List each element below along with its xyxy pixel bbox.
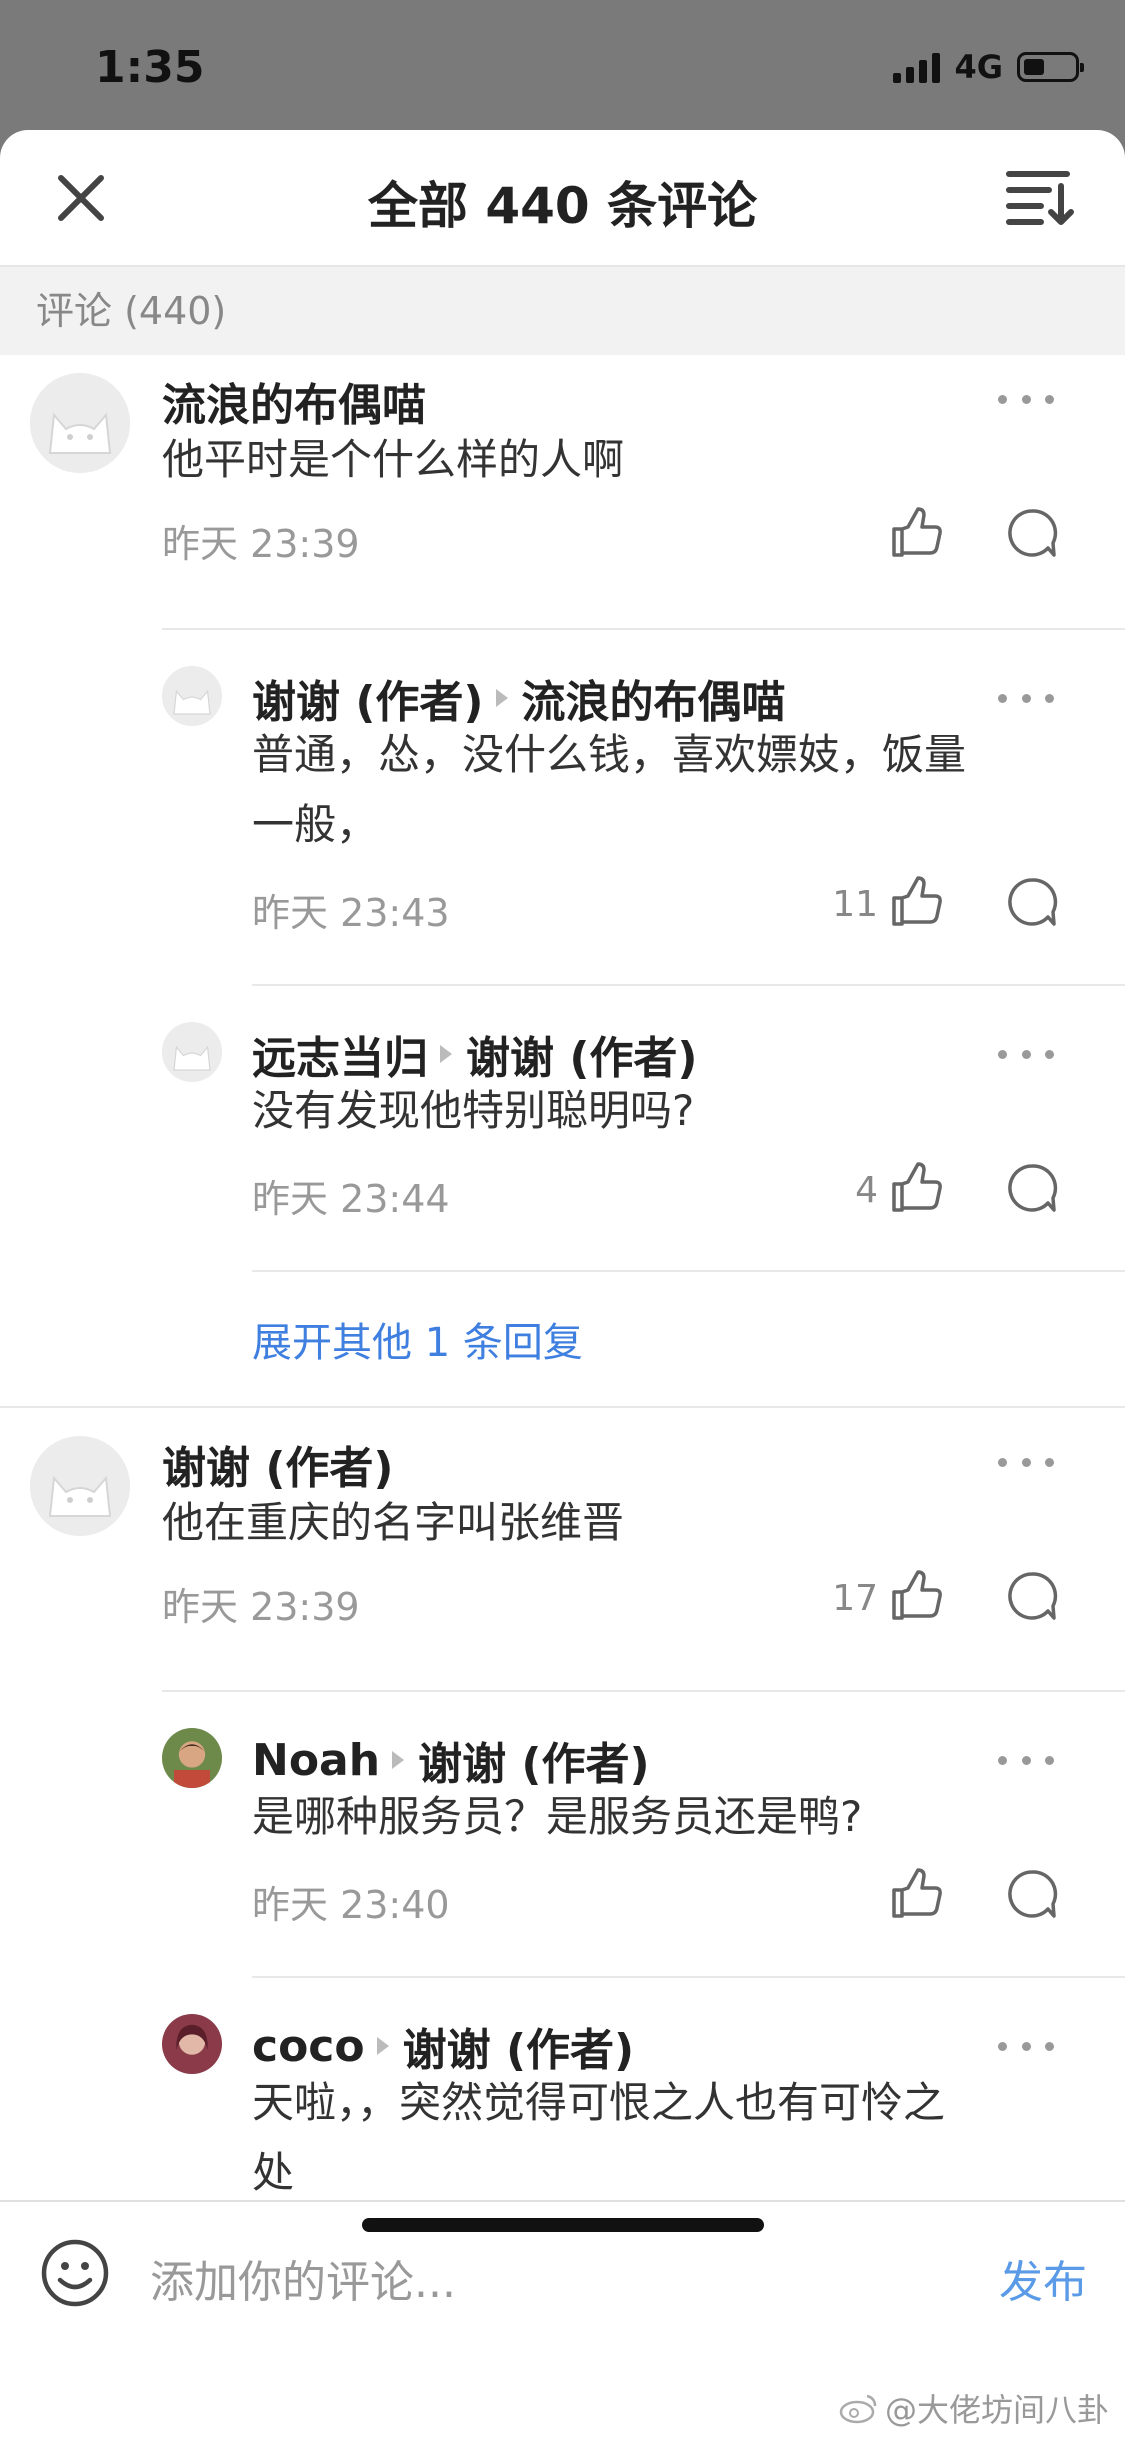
divider: [162, 1690, 1125, 1692]
signal-icon: [893, 51, 941, 83]
divider: [252, 1976, 1125, 1978]
reply-arrow-icon: [440, 1045, 452, 1063]
watermark: @大佬坊间八卦: [839, 2385, 1109, 2431]
divider: [162, 628, 1125, 630]
weibo-icon: [839, 2394, 877, 2424]
reply-icon[interactable]: [1006, 1162, 1058, 1214]
divider: [252, 984, 1125, 986]
avatar[interactable]: [162, 1728, 222, 1788]
comment-author[interactable]: 流浪的布偶喵: [162, 369, 426, 433]
sort-icon[interactable]: [1005, 166, 1075, 226]
more-icon[interactable]: [998, 1752, 1054, 1768]
reply-text: 天啦，，突然觉得可恨之人也有可怜之处: [252, 2078, 946, 2197]
home-indicator[interactable]: [362, 2218, 764, 2232]
divider: [0, 1406, 1125, 1408]
reply-time: 昨天 23:44: [252, 1177, 450, 1221]
cat-avatar-icon: [30, 373, 130, 473]
reply-time: 昨天 23:43: [252, 891, 450, 935]
cat-avatar-icon: [30, 1436, 130, 1536]
reply-time: 昨天 23:40: [252, 1883, 450, 1927]
like-count: 11: [832, 884, 878, 925]
avatar[interactable]: [162, 1022, 222, 1082]
like-count: 4: [855, 1170, 878, 1211]
like-icon[interactable]: [890, 1160, 944, 1214]
more-icon[interactable]: [998, 1046, 1054, 1062]
like-icon[interactable]: [890, 1866, 944, 1920]
comment-time: 昨天 23:39: [162, 1585, 360, 1629]
reply-icon[interactable]: [1006, 1570, 1058, 1622]
like-icon[interactable]: [890, 505, 944, 559]
reply-arrow-icon: [392, 1751, 405, 1769]
comments-sheet: 全部 440 条评论 评论 (440) 流浪的布偶喵 他平时是个什么样的人啊 昨…: [0, 130, 1125, 2436]
sheet-header: 全部 440 条评论: [0, 130, 1125, 267]
more-icon[interactable]: [998, 391, 1054, 407]
more-icon[interactable]: [998, 690, 1054, 706]
section-header: 评论 (440): [0, 267, 1125, 355]
more-icon[interactable]: [998, 1454, 1054, 1470]
user-photo-avatar-icon: [162, 1728, 222, 1788]
comment-input[interactable]: 添加你的评论...: [150, 2246, 456, 2310]
status-bar: 1:35 4G: [0, 0, 1125, 130]
expand-replies-link[interactable]: 展开其他 1 条回复: [252, 1310, 583, 1368]
reply-text: 是哪种服务员？是服务员还是鸭?: [252, 1792, 863, 1841]
network-label: 4G: [954, 48, 1003, 86]
like-icon[interactable]: [890, 874, 944, 928]
status-time: 1:35: [95, 42, 205, 93]
publish-button[interactable]: 发布: [999, 2246, 1087, 2310]
reply-arrow-icon: [495, 689, 508, 707]
avatar[interactable]: [30, 373, 130, 473]
battery-icon: [1017, 52, 1084, 82]
cat-avatar-icon: [162, 666, 222, 726]
like-count: 17: [832, 1578, 878, 1619]
avatar[interactable]: [162, 2014, 222, 2074]
avatar[interactable]: [30, 1436, 130, 1536]
like-icon[interactable]: [890, 1568, 944, 1622]
reply-icon[interactable]: [1006, 1868, 1058, 1920]
comment-author[interactable]: 谢谢 (作者): [162, 1432, 394, 1496]
comment-text: 他平时是个什么样的人啊: [162, 435, 625, 484]
status-indicators: 4G: [893, 48, 1084, 86]
reply-arrow-icon: [376, 2037, 389, 2055]
comment-time: 昨天 23:39: [162, 522, 360, 566]
reply-icon[interactable]: [1006, 876, 1058, 928]
emoji-icon[interactable]: [40, 2238, 110, 2308]
cat-avatar-icon: [162, 1022, 222, 1082]
divider: [252, 1270, 1125, 1272]
more-icon[interactable]: [998, 2038, 1054, 2054]
reply-icon[interactable]: [1006, 507, 1058, 559]
reply-text: 普通，怂，没什么钱，喜欢嫖妓，饭量 一般，: [252, 730, 967, 849]
user-photo-avatar-icon: [162, 2014, 222, 2074]
page-title: 全部 440 条评论: [367, 177, 758, 235]
reply-text: 没有发现他特别聪明吗?: [252, 1086, 695, 1135]
comment-text: 他在重庆的名字叫张维晋: [162, 1498, 625, 1547]
avatar[interactable]: [162, 666, 222, 726]
